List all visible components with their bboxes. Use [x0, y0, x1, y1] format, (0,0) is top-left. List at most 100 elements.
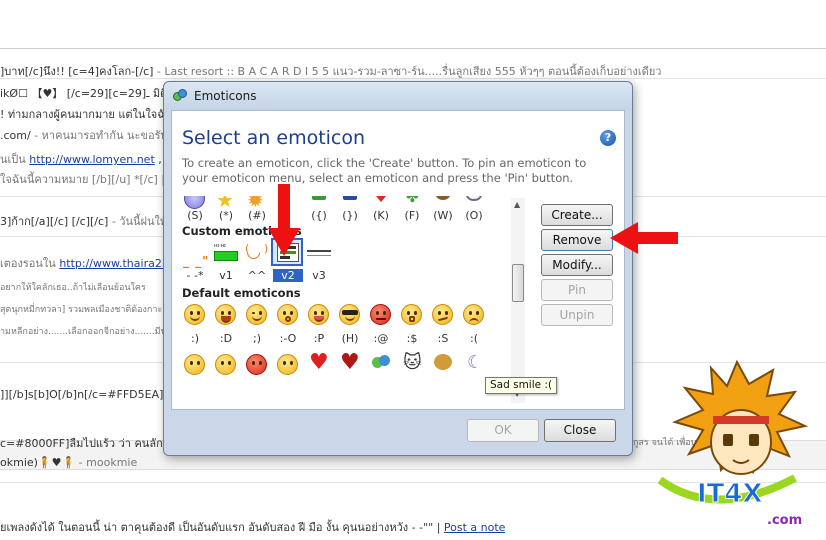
- emoticon-code: :@: [373, 332, 389, 345]
- cartoon-mascot-icon: IT4X .com: [657, 359, 809, 528]
- messenger-icon[interactable]: [366, 352, 396, 378]
- emoticon-code: v1: [219, 269, 233, 282]
- red-arrow-left-icon: [610, 222, 678, 254]
- post-link[interactable]: http://www.lomyen.net: [29, 153, 154, 166]
- hot-sunglasses-icon[interactable]: [335, 302, 365, 328]
- post-title: .com/: [0, 129, 31, 142]
- list-item: ยเพลงดังได้ ในตอนนี้ น่า ตาคุนต้องดี เป็…: [0, 518, 505, 536]
- dog-face-icon[interactable]: [428, 352, 458, 378]
- emoticon-code: :P: [313, 332, 325, 345]
- emoticon-code: :): [191, 332, 199, 345]
- list-item: นเป็น http://www.lomyen.net , มิ: [0, 150, 173, 168]
- open-mouth-smile-icon[interactable]: [211, 302, 241, 328]
- divider: [0, 78, 826, 79]
- emoticon-code: v3: [312, 269, 326, 282]
- custom-emoticon-lines-icon[interactable]: [304, 240, 334, 266]
- remove-button[interactable]: Remove: [541, 229, 613, 251]
- emoticon-code: ;): [253, 332, 261, 345]
- post-title: c=#8000FF]ลืมไปแร้ว ว่า คนลักกั: [0, 437, 170, 450]
- question-mark-icon[interactable]: ?: [600, 130, 616, 146]
- post-title: เตองรอนใน: [0, 257, 60, 270]
- post-meta: - mookmie: [75, 456, 138, 469]
- list-item: เตองรอนใน http://www.thaira2lov: [0, 254, 178, 272]
- angel-icon[interactable]: [273, 352, 303, 378]
- post-title: ikØ☐ 【♥】 [/c=29][c=29]ـ มิติอ...: [0, 87, 184, 100]
- list-item: ikØ☐ 【♥】 [/c=29][c=29]ـ มิติอ...: [0, 84, 184, 102]
- default-emoticons-label: Default emoticons: [182, 286, 301, 300]
- post-meta: - Last resort :: B A C A R D I 5 5 แนว-ร…: [153, 65, 662, 78]
- post-title: 3]ก้าก[/a][/c] [/c][/c]: [0, 215, 109, 228]
- wink-icon[interactable]: [242, 302, 272, 328]
- site-logo: IT4X .com: [655, 359, 820, 530]
- list-item: ! ท่ามกลางผู้คนมากมาย แต่ในใจฉัน: [0, 105, 172, 123]
- red-heart-icon[interactable]: ♥: [304, 350, 334, 378]
- emoticon-list: ★ ✹ ♥ ✤ (S) (*) (#) ({) (}) (K) (F) (W) …: [180, 196, 514, 406]
- emoticon-code-selected: v2: [273, 269, 303, 282]
- emoticons-dialog: Emoticons Select an emoticon ? To create…: [163, 81, 633, 456]
- sleeping-moon-icon[interactable]: ☾: [459, 352, 489, 378]
- emoticon-code: (S): [187, 209, 203, 222]
- list-item: ามหลีกอย่าง.......เลือกออกจีกอย่าง......…: [0, 324, 190, 338]
- crying-icon[interactable]: [180, 352, 210, 378]
- angry-icon[interactable]: [366, 302, 396, 328]
- post-meta: ามหลีกอย่าง.......เลือกออกจีกอย่าง......…: [0, 327, 190, 337]
- post-title: นเป็น: [0, 153, 30, 166]
- emoticon-code: :$: [406, 332, 418, 345]
- embarrassed-icon[interactable]: [397, 302, 427, 328]
- ok-button[interactable]: OK: [467, 419, 539, 442]
- list-item: อยากให้ใคลักเธอ..ถ้าไม่เลือนย้อนใคร: [0, 280, 146, 294]
- table-border: [0, 48, 826, 58]
- post-note-link[interactable]: Post a note: [444, 521, 506, 534]
- post-link[interactable]: http://www.thaira2lov: [59, 257, 178, 270]
- emoticon-list-scrollbar[interactable]: ▲ ▼: [511, 198, 525, 403]
- emoticon-code: (H): [341, 332, 359, 345]
- dialog-title: Emoticons: [194, 89, 257, 103]
- post-meta: อยากให้ใคลักเธอ..ถ้าไม่เลือนย้อนใคร: [0, 283, 146, 293]
- modify-button[interactable]: Modify...: [541, 254, 613, 276]
- emoticon-code: ({): [311, 209, 327, 222]
- custom-emoticon-dashes-icon[interactable]: _ _": [180, 240, 210, 268]
- emoticon-code: (}): [342, 209, 358, 222]
- emoticon-code: ^^: [247, 269, 267, 282]
- page-title: Select an emoticon: [182, 127, 366, 149]
- dialog-content: Select an emoticon ? To create an emotic…: [171, 110, 625, 410]
- post-title: ยเพลงดังได้ ในตอนนี้ น่า ตาคุนต้องดี เป็…: [0, 521, 444, 534]
- devil-icon[interactable]: [242, 352, 272, 378]
- close-button[interactable]: Close: [544, 419, 616, 442]
- unpin-button[interactable]: Unpin: [541, 304, 613, 326]
- emoticon-code: (W): [433, 209, 453, 222]
- emoticon-code: (F): [404, 209, 420, 222]
- emoticon-code: :(: [470, 332, 478, 345]
- pin-button[interactable]: Pin: [541, 279, 613, 301]
- tongue-out-icon[interactable]: [304, 302, 334, 328]
- smile-icon[interactable]: [180, 302, 210, 328]
- emoticon-code: :S: [437, 332, 449, 345]
- disappointed-icon[interactable]: [211, 352, 241, 378]
- confused-icon[interactable]: [428, 302, 458, 328]
- instructions-text: To create an emoticon, click the 'Create…: [182, 156, 587, 185]
- site-logo-suffix: .com: [767, 513, 802, 528]
- messenger-buddies-icon: [172, 89, 188, 103]
- emoticon-tooltip: Sad smile :(: [485, 377, 558, 394]
- broken-heart-icon[interactable]: ♥: [335, 350, 365, 378]
- sad-icon[interactable]: [459, 302, 489, 328]
- emoticon-code: (K): [373, 209, 389, 222]
- list-item: ใจฉันนี้ความหมาย [/b][/u] *[/c] | 8: [0, 170, 176, 188]
- dialog-titlebar[interactable]: Emoticons: [164, 82, 632, 110]
- post-title: ]][/b]s[b]O[/b]n[/c=#FFD5EA][c: [0, 388, 174, 401]
- emoticon-code: :-O: [279, 332, 297, 345]
- red-arrow-down-icon: [268, 184, 300, 256]
- custom-emoticon-green-bar-icon[interactable]: ʜɪ·ʜɪ: [211, 240, 241, 266]
- post-title: ! ท่ามกลางผู้คนมากมาย แต่ในใจฉัน: [0, 108, 173, 121]
- emoticon-code: :D: [219, 332, 233, 345]
- post-title: ใจฉันนี้ความหมาย [/b][/u] *[/c] | 8: [0, 173, 176, 186]
- list-item: ]][/b]s[b]O[/b]n[/c=#FFD5EA][c: [0, 388, 174, 401]
- cat-face-icon[interactable]: 🐱: [397, 352, 427, 378]
- post-title: okmie)🧍♥🧍: [0, 456, 76, 469]
- scroll-up-arrow-icon[interactable]: ▲: [514, 200, 520, 209]
- create-button[interactable]: Create...: [541, 204, 613, 226]
- emoticon-code: - -*: [186, 269, 204, 282]
- scrollbar-thumb[interactable]: [512, 264, 524, 302]
- site-logo-text: IT4X: [697, 479, 763, 509]
- surprised-icon[interactable]: [273, 302, 303, 328]
